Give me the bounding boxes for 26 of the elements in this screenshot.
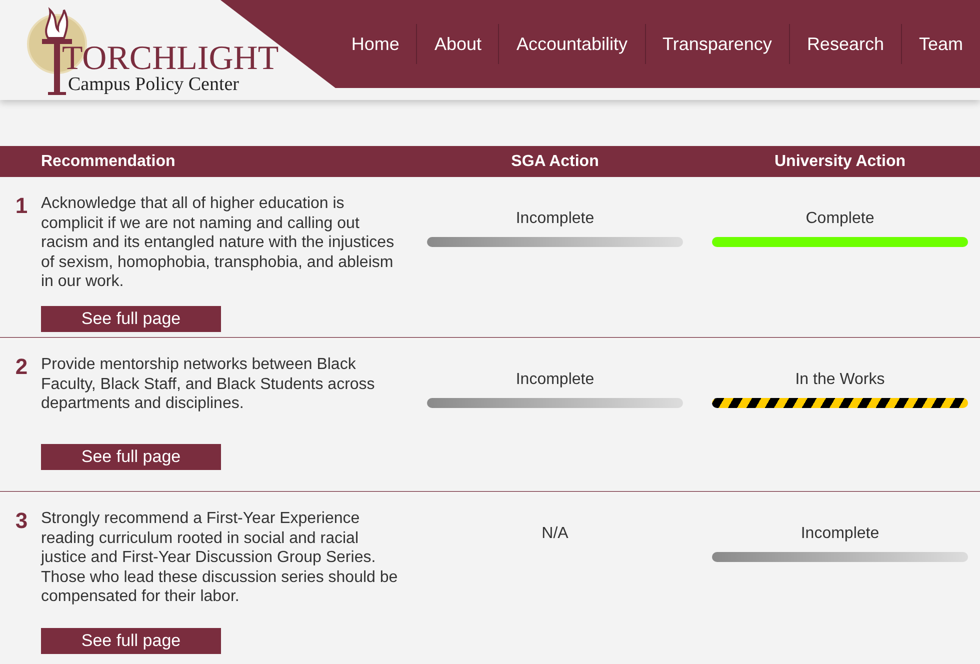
logo-title: TORCHLIGHT (62, 42, 279, 76)
row-number: 3 (14, 509, 29, 535)
recommendation-text: Acknowledge that all of higher education is complicit if we are not naming and calling out racism and its entangled nature with the injustices of sexism, homophobia, transphobia, and ableism in our work. (41, 194, 396, 292)
recommendation-text: Strongly recommend a First-Year Experience reading curriculum rooted in social and racial justice and First-Year Discussion Group Series. Those who lead these discussion series should be compensated for their labor. (41, 509, 399, 607)
column-header: SGA Action (510, 152, 600, 170)
see-full-page-button[interactable]: See full page (41, 444, 221, 470)
nav-link[interactable]: About (416, 24, 498, 64)
status-label: In the Works (795, 370, 885, 390)
nav-link[interactable]: Research (788, 24, 901, 64)
see-full-page-button[interactable]: See full page (41, 306, 221, 332)
column-header: Recommendation (40, 152, 176, 170)
status-label: Complete (806, 209, 874, 229)
see-full-page-button[interactable]: See full page (41, 628, 221, 654)
status-label: Incomplete (516, 209, 594, 229)
nav-link[interactable]: Transparency (644, 24, 789, 64)
status-label: N/A (542, 524, 568, 544)
nav-link[interactable]: Home (334, 24, 416, 64)
logo-subtitle: Campus Policy Center (68, 76, 240, 94)
nav-link[interactable]: Team (900, 24, 980, 64)
nav-link[interactable]: Accountability (498, 24, 645, 64)
row-number: 2 (14, 355, 29, 381)
status-label: Incomplete (800, 524, 880, 544)
row-number: 1 (14, 194, 29, 220)
recommendation-text: Provide mentorship networks between Black Faculty, Black Staff, and Black Students across departments and disciplines. (41, 355, 376, 414)
status-label: Incomplete (516, 370, 594, 390)
column-header: University Action (774, 152, 906, 170)
